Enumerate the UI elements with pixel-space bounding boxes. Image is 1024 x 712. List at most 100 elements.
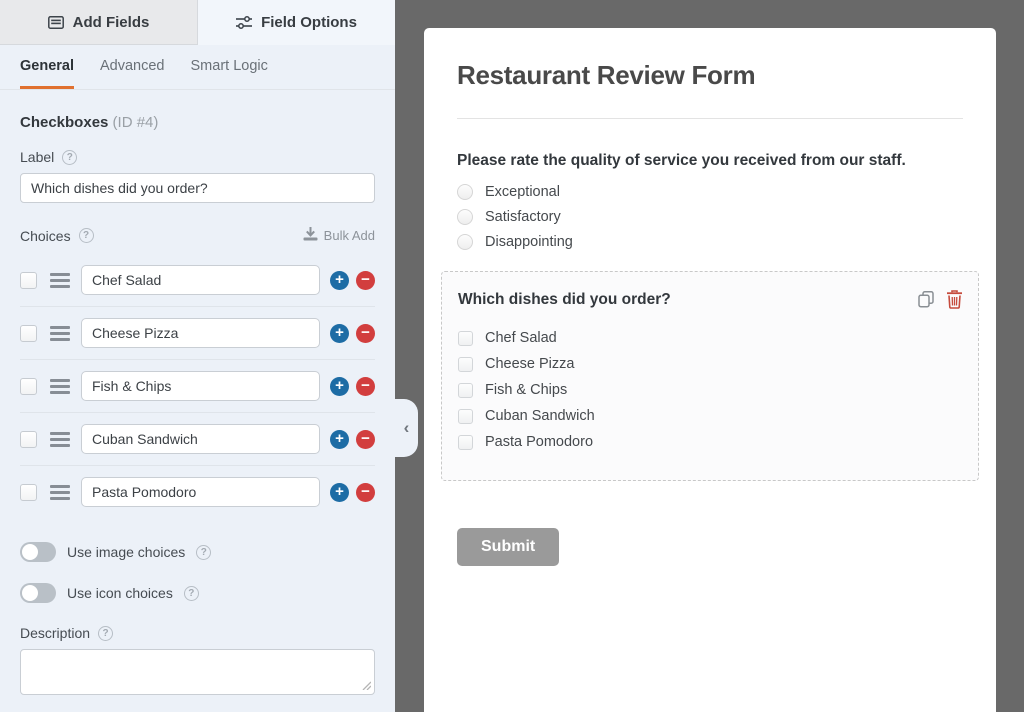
- subtab-smart-logic[interactable]: Smart Logic: [191, 58, 268, 89]
- remove-choice-button[interactable]: [356, 324, 375, 343]
- checkbox-option-row[interactable]: Cuban Sandwich: [458, 408, 963, 424]
- form-builder-window: Add Fields Field Options General Advance…: [0, 0, 1024, 712]
- choice-text-input[interactable]: [81, 371, 320, 401]
- radio-option-label: Disappointing: [485, 234, 573, 250]
- tab-add-fields[interactable]: Add Fields: [0, 0, 198, 45]
- use-icon-choices-toggle[interactable]: [20, 583, 56, 603]
- choices-header: Choices ? Bulk Add: [20, 227, 375, 244]
- checkbox-option-row[interactable]: Cheese Pizza: [458, 356, 963, 372]
- checkbox-option-label: Pasta Pomodoro: [485, 434, 593, 450]
- preview-workspace: ‹ Restaurant Review Form Please rate the…: [395, 0, 1024, 712]
- drag-handle-icon[interactable]: [50, 379, 70, 394]
- choice-text-input[interactable]: [81, 477, 320, 507]
- option-subtabs: General Advanced Smart Logic: [0, 45, 395, 90]
- choice-default-checkbox[interactable]: [20, 484, 37, 501]
- field-heading: Checkboxes (ID #4): [20, 114, 375, 131]
- title-divider: [457, 118, 963, 119]
- description-wrap: [20, 641, 375, 700]
- checkbox-icon[interactable]: [458, 435, 473, 450]
- radio-icon[interactable]: [457, 209, 473, 225]
- fields-icon: [48, 16, 64, 29]
- radio-option-row[interactable]: Exceptional: [457, 184, 963, 200]
- radio-icon[interactable]: [457, 234, 473, 250]
- remove-choice-button[interactable]: [356, 271, 375, 290]
- checkbox-option-row[interactable]: Pasta Pomodoro: [458, 434, 963, 450]
- choice-row: [20, 359, 375, 412]
- rating-options: Exceptional Satisfactory Disappointing: [457, 184, 963, 250]
- choice-text-input[interactable]: [81, 265, 320, 295]
- help-icon[interactable]: ?: [98, 626, 113, 641]
- choice-default-checkbox[interactable]: [20, 431, 37, 448]
- help-icon[interactable]: ?: [196, 545, 211, 560]
- help-icon[interactable]: ?: [79, 228, 94, 243]
- label-option-text: Label: [20, 149, 54, 165]
- label-input[interactable]: [20, 173, 375, 203]
- checkbox-option-row[interactable]: Chef Salad: [458, 330, 963, 346]
- remove-choice-button[interactable]: [356, 377, 375, 396]
- checkbox-option-row[interactable]: Fish & Chips: [458, 382, 963, 398]
- checkbox-option-label: Fish & Chips: [485, 382, 567, 398]
- subtab-general[interactable]: General: [20, 58, 74, 89]
- description-option-text: Description: [20, 625, 90, 641]
- field-id-badge: (ID #4): [113, 114, 159, 131]
- checkbox-options: Chef Salad Cheese Pizza Fish & Chips Cub…: [458, 330, 963, 450]
- description-textarea[interactable]: [20, 649, 375, 695]
- checkbox-icon[interactable]: [458, 357, 473, 372]
- icon-choices-row: Use icon choices ?: [20, 583, 375, 603]
- bulk-add-button[interactable]: Bulk Add: [303, 227, 375, 244]
- choice-text-input[interactable]: [81, 318, 320, 348]
- drag-handle-icon[interactable]: [50, 273, 70, 288]
- choice-default-checkbox[interactable]: [20, 378, 37, 395]
- checkbox-option-label: Cheese Pizza: [485, 356, 574, 372]
- drag-handle-icon[interactable]: [50, 485, 70, 500]
- drag-handle-icon[interactable]: [50, 326, 70, 341]
- form-preview-card: Restaurant Review Form Please rate the q…: [424, 28, 996, 712]
- description-option-row: Description ?: [20, 625, 375, 641]
- subtab-advanced[interactable]: Advanced: [100, 58, 165, 89]
- duplicate-field-icon[interactable]: [916, 289, 936, 314]
- general-options-body: Checkboxes (ID #4) Label ? Choices ? Bul…: [0, 90, 395, 712]
- label-option-row: Label ?: [20, 149, 375, 165]
- tab-field-options[interactable]: Field Options: [198, 0, 395, 45]
- choice-row: [20, 465, 375, 518]
- add-choice-button[interactable]: [330, 271, 349, 290]
- submit-button[interactable]: Submit: [457, 528, 559, 566]
- checkbox-option-label: Cuban Sandwich: [485, 408, 595, 424]
- use-image-choices-toggle[interactable]: [20, 542, 56, 562]
- choices-option-text: Choices: [20, 228, 71, 244]
- checkbox-icon[interactable]: [458, 331, 473, 346]
- bulk-add-label: Bulk Add: [324, 228, 375, 243]
- tab-label: Add Fields: [73, 14, 150, 31]
- add-choice-button[interactable]: [330, 430, 349, 449]
- radio-option-label: Exceptional: [485, 184, 560, 200]
- help-icon[interactable]: ?: [62, 150, 77, 165]
- chevron-left-icon: ‹: [404, 418, 410, 438]
- choice-default-checkbox[interactable]: [20, 272, 37, 289]
- radio-option-row[interactable]: Disappointing: [457, 234, 963, 250]
- selected-field-header: Which dishes did you order?: [458, 289, 963, 314]
- bulk-add-icon: [303, 227, 318, 244]
- selected-checkbox-field[interactable]: Which dishes did you order? Chef: [441, 271, 979, 481]
- radio-option-row[interactable]: Satisfactory: [457, 209, 963, 225]
- checkbox-icon[interactable]: [458, 383, 473, 398]
- remove-choice-button[interactable]: [356, 430, 375, 449]
- add-choice-button[interactable]: [330, 377, 349, 396]
- remove-choice-button[interactable]: [356, 483, 375, 502]
- tab-label: Field Options: [261, 14, 357, 31]
- choice-default-checkbox[interactable]: [20, 325, 37, 342]
- radio-icon[interactable]: [457, 184, 473, 200]
- add-choice-button[interactable]: [330, 324, 349, 343]
- drag-handle-icon[interactable]: [50, 432, 70, 447]
- help-icon[interactable]: ?: [184, 586, 199, 601]
- add-choice-button[interactable]: [330, 483, 349, 502]
- choice-list: [20, 254, 375, 518]
- checkbox-icon[interactable]: [458, 409, 473, 424]
- choice-text-input[interactable]: [81, 424, 320, 454]
- rating-field-label: Please rate the quality of service you r…: [457, 150, 909, 172]
- checkbox-option-label: Chef Salad: [485, 330, 557, 346]
- choice-row: [20, 412, 375, 465]
- resize-grip-icon[interactable]: [361, 677, 371, 695]
- checkbox-field-label: Which dishes did you order?: [458, 289, 671, 311]
- delete-field-icon[interactable]: [946, 290, 963, 314]
- collapse-panel-handle[interactable]: ‹: [395, 399, 418, 457]
